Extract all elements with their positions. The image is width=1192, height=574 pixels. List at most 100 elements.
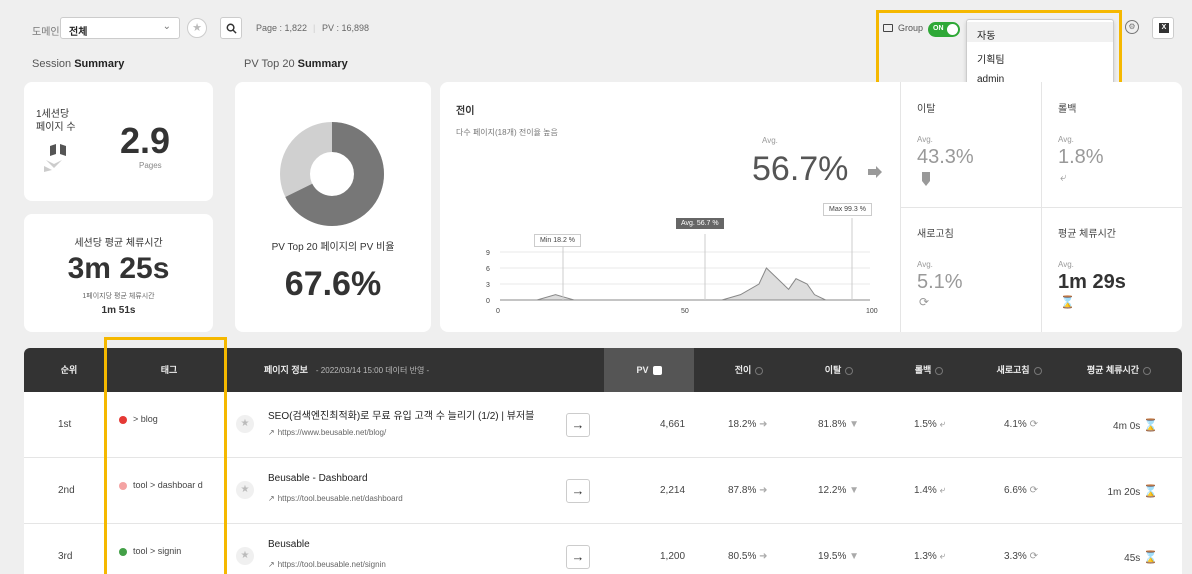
- search-button[interactable]: [220, 17, 242, 39]
- col-exit[interactable]: 이탈: [794, 348, 884, 392]
- external-link-icon: ↗: [268, 494, 275, 503]
- rollback-icon: ⤶: [939, 551, 946, 562]
- max-callout: Max 99.3 %: [823, 203, 872, 216]
- sort-icon: [845, 366, 854, 375]
- x-tick-label: 100: [866, 308, 878, 315]
- y-tick-label: 9: [486, 250, 490, 257]
- avg-dwell-value: 3m 25s: [67, 252, 170, 285]
- pv-summary-title: PV Top 20 Summary: [244, 58, 348, 70]
- col-transition[interactable]: 전이: [704, 348, 794, 392]
- avg-callout: Avg. 56.7 %: [676, 218, 724, 229]
- go-page-button[interactable]: →: [566, 479, 590, 503]
- exit-value: 43.3%: [917, 146, 974, 168]
- rollback-stat: 롤백: [1058, 104, 1077, 115]
- favorite-star-icon[interactable]: ★: [236, 481, 254, 499]
- rollback-value: 1.8%: [1058, 146, 1104, 168]
- exit-cell: 12.2% ▼: [818, 485, 860, 496]
- sort-icon: [1143, 366, 1152, 375]
- rank-cell: 2nd: [58, 485, 75, 496]
- col-rollback[interactable]: 롤백: [884, 348, 974, 392]
- refresh-cell: 4.1% ⟳: [1004, 419, 1038, 430]
- transition-subtitle: 다수 페이지(18개) 전이율 높음: [456, 128, 558, 137]
- page-dwell-value: 1m 51s: [101, 305, 136, 316]
- sort-icon: [1033, 366, 1042, 375]
- domain-label: 도메인: [32, 27, 60, 38]
- pv-ratio-value: 67.6%: [284, 265, 382, 303]
- transition-title: 전이: [456, 106, 475, 117]
- rollback-icon: ⤶: [939, 485, 946, 496]
- go-page-button[interactable]: →: [566, 545, 590, 569]
- favorite-star-icon[interactable]: ★: [236, 415, 254, 433]
- col-refresh[interactable]: 새로고침: [974, 348, 1064, 392]
- highlight-box: [104, 337, 227, 574]
- dwell-cell: 4m 0s ⌛: [1113, 418, 1158, 432]
- exit-icon: ▼: [849, 419, 860, 430]
- pages-icon: [44, 144, 66, 172]
- transition-avg-label: Avg.: [762, 136, 778, 145]
- refresh-icon: ⟳: [1029, 419, 1038, 430]
- domain-select-value: 전체: [69, 27, 88, 38]
- pv-count: PV : 16,898: [322, 23, 370, 33]
- excel-icon: X: [1159, 23, 1169, 33]
- avg-dwell-card: 세션당 평균 체류시간 3m 25s 1페이지당 평균 체류시간 1m 51s: [24, 214, 213, 332]
- pages-per-session-value: 2.9: [120, 120, 171, 161]
- dwell-cell: 45s ⌛: [1124, 550, 1158, 564]
- exit-cell: 81.8% ▼: [818, 419, 860, 430]
- favorite-star-icon[interactable]: ★: [187, 18, 207, 38]
- pages-unit: Pages: [139, 161, 162, 170]
- x-tick-label: 50: [681, 308, 689, 315]
- page-url-link[interactable]: ↗ https://tool.beusable.net/dashboard: [268, 494, 403, 503]
- refresh-avg-label: Avg.: [917, 260, 933, 269]
- transition-arrow-icon: ➜: [759, 419, 768, 430]
- hourglass-icon: ⌛: [1060, 295, 1075, 309]
- transition-cell: 87.8% ➜: [728, 485, 768, 496]
- col-page-info: 페이지 정보 - 2022/03/14 15:00 데이터 반영 -: [264, 365, 430, 375]
- dwell-avg-label: Avg.: [1058, 260, 1074, 269]
- pages-per-session-card: 1세션당 페이지 수 2.9 Pages: [24, 82, 213, 201]
- refresh-cell: 6.6% ⟳: [1004, 485, 1038, 496]
- rank-cell: 3rd: [58, 551, 73, 562]
- page-title: Beusable: [268, 539, 310, 550]
- exit-icon: [922, 172, 930, 186]
- page-url-link[interactable]: ↗ https://www.beusable.net/blog/: [268, 428, 386, 437]
- rank-cell: 1st: [58, 419, 72, 430]
- pv-ratio-label: PV Top 20 페이지의 PV 비율: [271, 242, 395, 253]
- go-page-button[interactable]: →: [566, 413, 590, 437]
- dwell-cell: 1m 20s ⌛: [1107, 484, 1158, 498]
- transition-arrow-icon: ➜: [759, 485, 768, 496]
- rollback-icon: ⤶: [939, 419, 946, 430]
- hourglass-icon: ⌛: [1143, 418, 1158, 432]
- pv-ratio-card: PV Top 20 페이지의 PV 비율 67.6%: [235, 82, 431, 332]
- transition-arrow-icon: [868, 166, 882, 178]
- domain-select[interactable]: 전체 ⌄: [60, 17, 180, 39]
- page-url-link[interactable]: ↗ https://tool.beusable.net/signin: [268, 560, 386, 569]
- exit-icon: ▼: [849, 485, 860, 496]
- rollback-avg-label: Avg.: [1058, 135, 1074, 144]
- top-bar: 도메인 전체 ⌄ ★ Page : 1,822 | PV : 16,898 Gr…: [0, 0, 1192, 101]
- col-pv[interactable]: PV: [604, 348, 694, 392]
- transition-cell: 80.5% ➜: [728, 551, 768, 562]
- pv-cell: 4,661: [660, 419, 686, 430]
- page-title: SEO(검색엔진최적화)로 무료 유입 고객 수 늘리기 (1/2) | 뷰저블: [268, 411, 535, 422]
- transition-cell: 18.2% ➜: [728, 419, 768, 430]
- favorite-star-icon[interactable]: ★: [236, 547, 254, 565]
- refresh-value: 5.1%: [917, 271, 963, 293]
- transition-avg-value: 56.7%: [752, 150, 849, 188]
- transition-card: 전이 다수 페이지(18개) 전이율 높음 Avg. 56.7% 9 6 3 0 0 50…: [440, 82, 1182, 332]
- sort-icon: [935, 366, 944, 375]
- settings-gear-icon[interactable]: ⚙: [1125, 20, 1139, 34]
- col-dwell[interactable]: 평균 체류시간: [1064, 348, 1174, 392]
- transition-arrow-icon: ➜: [759, 551, 768, 562]
- chevron-down-icon: ⌄: [162, 21, 171, 32]
- session-summary-title: Session Summary: [32, 58, 125, 70]
- refresh-cell: 3.3% ⟳: [1004, 551, 1038, 562]
- pages-per-session-label: 1세션당 페이지 수: [36, 109, 76, 133]
- refresh-stat: 새로고침: [917, 229, 954, 240]
- x-tick-label: 0: [496, 308, 500, 315]
- search-icon: [226, 23, 237, 34]
- pv-ratio-donut: [280, 122, 384, 226]
- page-dwell-label: 1페이지당 평균 체류시간: [82, 293, 155, 300]
- sort-icon: [755, 366, 764, 375]
- page-count: Page : 1,822: [256, 23, 308, 33]
- excel-export-button[interactable]: X: [1152, 17, 1174, 39]
